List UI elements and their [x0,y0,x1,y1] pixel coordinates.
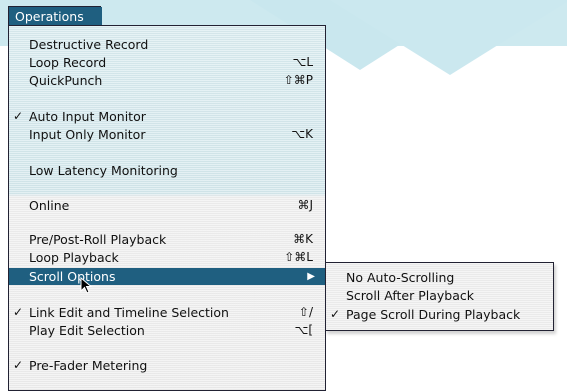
submenu-arrow-icon: ▶ [307,271,315,282]
menu-item-shortcut: ⌥L [292,55,313,69]
menu-item-shortcut: ⌘K [293,232,313,246]
scroll-options-submenu: No Auto-Scrolling Scroll After Playback … [325,262,554,331]
menu-item-scroll-options[interactable]: Scroll Options ▶ [9,268,325,285]
menu-item-quickpunch[interactable]: QuickPunch ⇧⌘P [9,72,325,89]
submenu-item-no-auto-scrolling[interactable]: No Auto-Scrolling [326,269,553,286]
checkmark-icon: ✓ [13,109,24,123]
checkmark-icon: ✓ [13,358,24,372]
menu-item-input-only-monitor[interactable]: Input Only Monitor ⌥K [9,126,325,143]
menu-item-link-edit-timeline-selection[interactable]: ✓ Link Edit and Timeline Selection ⇧/ [9,304,325,321]
menu-item-label: Pre-Fader Metering [29,358,148,373]
menu-item-shortcut: ⇧/ [298,305,313,319]
menu-item-label: Online [29,198,70,213]
submenu-item-page-scroll-during-playback[interactable]: ✓ Page Scroll During Playback [326,306,553,323]
checkmark-icon: ✓ [330,307,341,321]
menu-item-label: Destructive Record [29,37,149,52]
menu-separator [9,221,325,222]
operations-menu: Destructive Record Loop Record ⌥L QuickP… [8,25,326,391]
menu-item-shortcut: ⌥[ [294,323,313,337]
menu-item-loop-playback[interactable]: Loop Playback ⇧⌘L [9,249,325,266]
menu-item-loop-record[interactable]: Loop Record ⌥L [9,54,325,71]
menu-item-label: Auto Input Monitor [29,109,146,124]
submenu-item-label: Scroll After Playback [346,288,475,303]
menu-title-operations[interactable]: Operations [9,7,102,26]
menu-item-low-latency-monitoring[interactable]: Low Latency Monitoring [9,162,325,179]
menu-item-label: Pre/Post-Roll Playback [29,232,167,247]
menu-separator [9,346,325,347]
submenu-item-label: No Auto-Scrolling [346,270,455,285]
menu-item-shortcut: ⇧⌘L [284,250,313,264]
menu-item-pre-fader-metering[interactable]: ✓ Pre-Fader Metering [9,357,325,374]
menu-item-shortcut: ⌘J [297,198,313,212]
menu-separator [9,186,325,187]
menu-item-online[interactable]: Online ⌘J [9,197,325,214]
menu-item-auto-input-monitor[interactable]: ✓ Auto Input Monitor [9,108,325,125]
menu-item-destructive-record[interactable]: Destructive Record [9,36,325,53]
background-triangle-right [330,0,567,75]
submenu-item-label: Page Scroll During Playback [346,307,521,322]
submenu-item-scroll-after-playback[interactable]: Scroll After Playback [326,287,553,304]
menu-item-shortcut: ⌥K [291,127,313,141]
menu-item-label: Input Only Monitor [29,127,146,142]
menu-separator [9,150,325,151]
menu-item-label: Loop Playback [29,250,119,265]
menu-item-label: Play Edit Selection [29,323,145,338]
menubar: Operations [8,6,102,26]
menu-item-label: Link Edit and Timeline Selection [29,305,229,320]
menu-item-label: Scroll Options [29,269,116,284]
menu-item-shortcut: ⇧⌘P [283,73,313,87]
menu-item-label: Low Latency Monitoring [29,163,178,178]
checkmark-icon: ✓ [13,305,24,319]
menu-separator [9,292,325,293]
arrow-cursor-icon [80,277,93,294]
menu-item-play-edit-selection[interactable]: Play Edit Selection ⌥[ [9,322,325,339]
menu-separator [9,96,325,97]
menu-item-pre-post-roll-playback[interactable]: Pre/Post-Roll Playback ⌘K [9,231,325,248]
menu-item-label: QuickPunch [29,73,103,88]
menu-item-label: Loop Record [29,55,107,70]
